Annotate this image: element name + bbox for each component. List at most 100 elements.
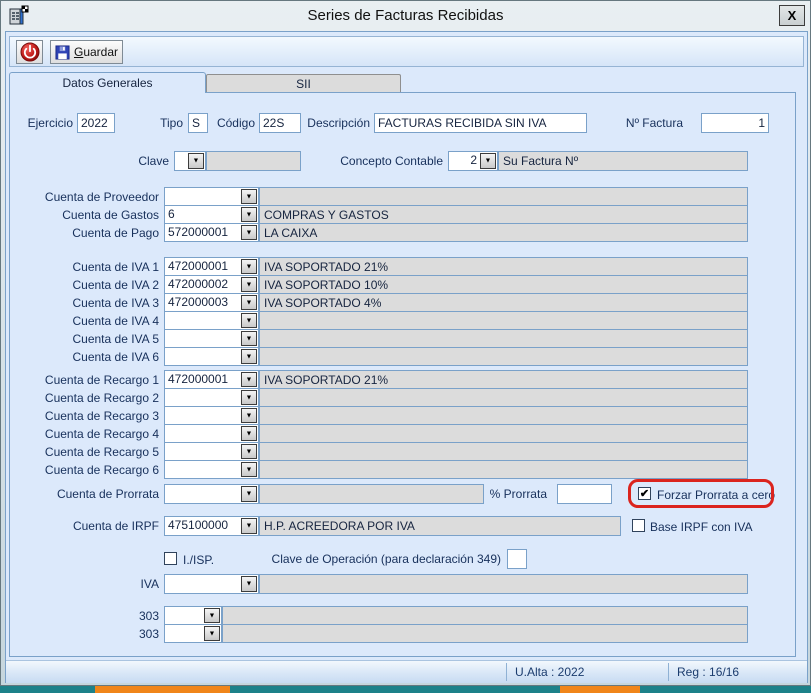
combo-value bbox=[165, 312, 240, 329]
cuenta-recargo-4-combo[interactable] bbox=[164, 424, 259, 443]
chevron-down-icon[interactable] bbox=[241, 576, 257, 592]
cuenta-iva-5-combo[interactable] bbox=[164, 329, 259, 348]
toolbar: Guardar bbox=[9, 36, 804, 67]
cuenta-irpf-combo[interactable]: 475100000 bbox=[164, 516, 259, 536]
header-row: Ejercicio 2022 Tipo S Código 22S Descrip… bbox=[1, 113, 811, 133]
chevron-down-icon[interactable] bbox=[241, 277, 257, 292]
cuenta-prorrata-combo[interactable] bbox=[164, 484, 259, 504]
chevron-down-icon[interactable] bbox=[241, 462, 257, 477]
chevron-down-icon[interactable] bbox=[241, 518, 257, 534]
cuenta-irpf-label: Cuenta de IRPF bbox=[11, 516, 159, 536]
cuenta-recargo-6-desc bbox=[259, 460, 748, 479]
chevron-down-icon[interactable] bbox=[241, 408, 257, 423]
tipo-field[interactable]: S bbox=[188, 113, 208, 133]
cuenta-gastos-row: Cuenta de Gastos 6 COMPRAS Y GASTOS bbox=[1, 205, 811, 224]
cuenta-iva-3-label: Cuenta de IVA 3 bbox=[11, 293, 159, 312]
tab-sii[interactable]: SII bbox=[206, 74, 401, 93]
cuenta-iva-1-desc: IVA SOPORTADO 21% bbox=[259, 257, 748, 276]
cuenta-gastos-label: Cuenta de Gastos bbox=[11, 205, 159, 224]
tipo-label: Tipo bbox=[141, 113, 183, 133]
cuenta-iva-1-row: Cuenta de IVA 1 472000001 IVA SOPORTADO … bbox=[1, 257, 811, 276]
chevron-down-icon[interactable] bbox=[241, 207, 257, 222]
combo-value: 472000002 bbox=[165, 276, 240, 293]
chevron-down-icon[interactable] bbox=[241, 189, 257, 204]
status-ualta: U.Alta : 2022 bbox=[506, 663, 668, 681]
row-303-1: 303 bbox=[1, 606, 811, 625]
status-reg-text: Reg : 16/16 bbox=[677, 665, 739, 679]
cuenta-iva-2-row: Cuenta de IVA 2 472000002 IVA SOPORTADO … bbox=[1, 275, 811, 294]
cuenta-recargo-2-label: Cuenta de Recargo 2 bbox=[11, 388, 159, 407]
chevron-down-icon[interactable] bbox=[480, 153, 496, 169]
base-irpf-checkbox[interactable] bbox=[632, 519, 645, 532]
cuenta-recargo-1-row: Cuenta de Recargo 1 472000001 IVA SOPORT… bbox=[1, 370, 811, 389]
cuenta-recargo-6-combo[interactable] bbox=[164, 460, 259, 479]
iva-combo[interactable] bbox=[164, 574, 259, 594]
exit-button[interactable] bbox=[16, 40, 43, 64]
concepto-contable-combo[interactable]: 2 bbox=[448, 151, 498, 171]
chevron-down-icon[interactable] bbox=[241, 444, 257, 459]
cuenta-recargo-5-combo[interactable] bbox=[164, 442, 259, 461]
clave-operacion-349-field[interactable] bbox=[507, 549, 527, 569]
save-icon bbox=[55, 45, 70, 60]
cuenta-recargo-2-row: Cuenta de Recargo 2 bbox=[1, 388, 811, 407]
chevron-down-icon[interactable] bbox=[204, 626, 220, 641]
cuenta-recargo-1-desc: IVA SOPORTADO 21% bbox=[259, 370, 748, 389]
screen: Series de Facturas Recibidas X bbox=[0, 0, 811, 693]
chevron-down-icon[interactable] bbox=[241, 295, 257, 310]
cuenta-proveedor-combo[interactable] bbox=[164, 187, 259, 206]
cuenta-iva-6-combo[interactable] bbox=[164, 347, 259, 366]
isp-checkbox[interactable] bbox=[164, 552, 177, 565]
cuenta-pago-label: Cuenta de Pago bbox=[11, 223, 159, 242]
cuenta-pago-combo[interactable]: 572000001 bbox=[164, 223, 259, 242]
save-button[interactable]: Guardar bbox=[50, 40, 123, 64]
chevron-down-icon[interactable] bbox=[241, 331, 257, 346]
chevron-down-icon[interactable] bbox=[241, 313, 257, 328]
chevron-down-icon[interactable] bbox=[241, 225, 257, 240]
combo-value bbox=[165, 575, 240, 593]
label-303-2: 303 bbox=[11, 624, 159, 643]
combo-value: 6 bbox=[165, 206, 240, 223]
cuenta-gastos-combo[interactable]: 6 bbox=[164, 205, 259, 224]
num-factura-field[interactable]: 1 bbox=[701, 113, 769, 133]
titlebar: Series de Facturas Recibidas X bbox=[2, 1, 809, 31]
cuenta-recargo-1-combo[interactable]: 472000001 bbox=[164, 370, 259, 389]
cuenta-irpf-desc: H.P. ACREEDORA POR IVA bbox=[259, 516, 621, 536]
clave-desc-field bbox=[206, 151, 301, 171]
chevron-down-icon[interactable] bbox=[241, 390, 257, 405]
combo-value bbox=[165, 485, 240, 503]
chevron-down-icon[interactable] bbox=[241, 259, 257, 274]
combo-303-2[interactable] bbox=[164, 624, 222, 643]
cuenta-iva-2-combo[interactable]: 472000002 bbox=[164, 275, 259, 294]
chevron-down-icon[interactable] bbox=[241, 372, 257, 387]
close-button[interactable]: X bbox=[779, 5, 805, 26]
descripcion-label: Descripción bbox=[301, 113, 370, 133]
codigo-field[interactable]: 22S bbox=[259, 113, 301, 133]
forzar-prorrata-checkbox[interactable]: ✔ bbox=[638, 487, 651, 500]
ejercicio-field[interactable]: 2022 bbox=[77, 113, 115, 133]
cuenta-recargo-3-row: Cuenta de Recargo 3 bbox=[1, 406, 811, 425]
chevron-down-icon[interactable] bbox=[241, 426, 257, 441]
combo-value bbox=[165, 389, 240, 406]
clave-combo[interactable] bbox=[174, 151, 206, 171]
chevron-down-icon[interactable] bbox=[204, 608, 220, 623]
iva-label: IVA bbox=[11, 574, 159, 594]
isp-349-row: I./ISP. Clave de Operación (para declara… bbox=[1, 549, 811, 569]
concepto-desc-field: Su Factura Nº bbox=[498, 151, 748, 171]
tab-datos-generales[interactable]: Datos Generales bbox=[9, 72, 206, 93]
cuenta-recargo-2-combo[interactable] bbox=[164, 388, 259, 407]
cuenta-recargo-3-combo[interactable] bbox=[164, 406, 259, 425]
combo-value bbox=[165, 407, 240, 424]
combo-303-1[interactable] bbox=[164, 606, 222, 625]
combo-value bbox=[165, 330, 240, 347]
chevron-down-icon[interactable] bbox=[241, 486, 257, 502]
clave-concepto-row: Clave Concepto Contable 2 Su Factura Nº bbox=[1, 151, 811, 171]
cuenta-iva-3-combo[interactable]: 472000003 bbox=[164, 293, 259, 312]
chevron-down-icon[interactable] bbox=[241, 349, 257, 364]
descripcion-field[interactable]: FACTURAS RECIBIDA SIN IVA bbox=[374, 113, 587, 133]
background-app-strip bbox=[0, 686, 811, 693]
pct-prorrata-field[interactable] bbox=[557, 484, 612, 504]
cuenta-iva-1-combo[interactable]: 472000001 bbox=[164, 257, 259, 276]
iva-row: IVA bbox=[1, 574, 811, 594]
cuenta-iva-4-combo[interactable] bbox=[164, 311, 259, 330]
chevron-down-icon[interactable] bbox=[188, 153, 204, 169]
